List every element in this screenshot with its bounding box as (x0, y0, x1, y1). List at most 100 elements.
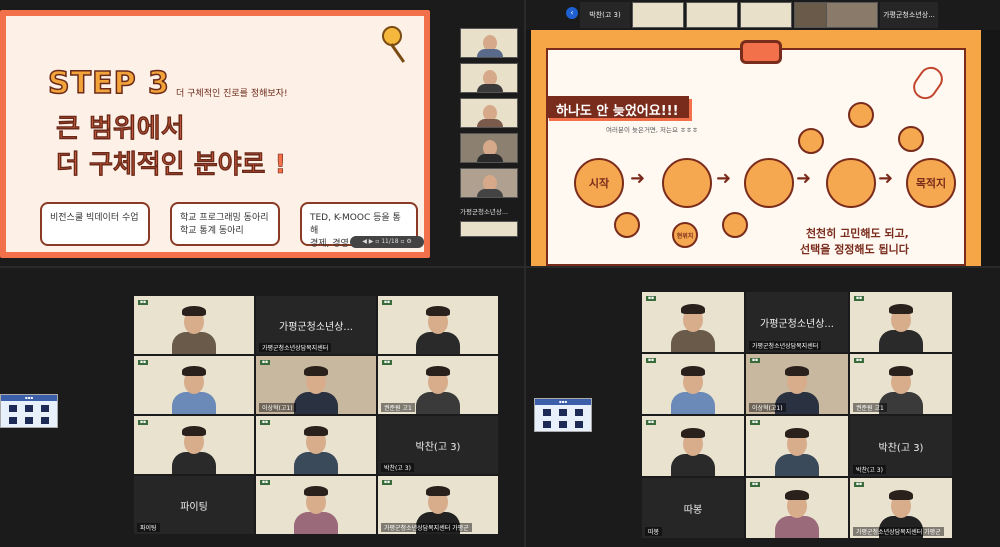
board-cell (543, 421, 551, 428)
participant-video-tile[interactable]: ▪▪ (850, 292, 952, 352)
shirt (477, 189, 503, 197)
current-position-label: 현위치 (676, 232, 694, 240)
person-hair (304, 426, 328, 436)
participant-video-tile[interactable]: ▪▪ 권준원 고1 (850, 354, 952, 414)
start-label: 시작 (588, 177, 610, 190)
program-badge: ▪▪ (138, 360, 149, 365)
participant-thumb[interactable] (460, 28, 518, 58)
participant-video-tile[interactable]: 박찬(고 3) 박찬(고 3) (378, 416, 498, 474)
path-node (826, 158, 876, 208)
participant-tile[interactable] (686, 2, 738, 28)
participant-name-label: 파이팅 (137, 523, 160, 532)
participant-tile[interactable]: 가평군청소년상... (880, 2, 938, 28)
slide-footer-line1: 천천히 고민해도 되고, (805, 227, 909, 240)
person-hair (426, 486, 450, 496)
person-hair (785, 366, 809, 376)
participant-name-label: 가평군청소년상... (460, 208, 509, 216)
shirt (477, 84, 503, 92)
person-body (294, 392, 338, 414)
shared-board-thumbnail[interactable]: ▪▪▪ (0, 394, 58, 428)
person-body (172, 392, 216, 414)
program-badge: ▪▪ (382, 300, 393, 305)
person-body (671, 392, 715, 414)
arrow-right-icon: ➜ (878, 168, 894, 189)
participant-name-label: 가평군청소년상담복지센터 (749, 341, 822, 350)
person-body (416, 332, 460, 354)
small-node (614, 212, 640, 238)
participant-video-tile[interactable]: ▪▪ (134, 416, 254, 474)
person-hair (681, 366, 705, 376)
participant-name-label: 박찬(고 3) (381, 463, 414, 472)
participant-video-tile[interactable]: ▪▪ (378, 296, 498, 354)
participant-thumb[interactable] (460, 63, 518, 93)
participant-video-tile[interactable]: 따봉 따봉 (642, 478, 744, 538)
person-hair (182, 426, 206, 436)
participant-video-tile[interactable]: ▪▪ (134, 296, 254, 354)
slide-footer-line2: 선택을 정정해도 됩니다 (800, 243, 909, 256)
board-cell (9, 417, 17, 424)
participant-thumb[interactable] (460, 221, 518, 237)
program-badge: ▪▪ (750, 482, 761, 487)
program-badge: ▪▪ (854, 358, 865, 363)
participant-video-tile[interactable]: ▪▪ 이상혁(고1) (256, 356, 376, 414)
board-cell (575, 409, 583, 416)
program-badge: ▪▪ (138, 420, 149, 425)
participant-video-tile[interactable]: ▪▪ (746, 478, 848, 538)
program-badge: ▪▪ (750, 420, 761, 425)
participant-video-tile[interactable]: ▪▪ (256, 416, 376, 474)
participant-thumb[interactable] (460, 168, 518, 198)
presentation-slide: STEP 3 더 구체적인 진로를 정해보자! 큰 범위에서 더 구체적인 분야… (0, 10, 430, 258)
program-badge: ▪▪ (260, 420, 271, 425)
participant-video-tile[interactable]: ▪▪ 권준원 고1 (378, 356, 498, 414)
participant-thumb[interactable] (460, 133, 518, 163)
slide-footer: 천천히 고민해도 되고, 선택을 정정해도 됩니다 (800, 226, 909, 258)
participant-video-tile[interactable]: 파이팅 파이팅 (134, 476, 254, 534)
participant-video-tile[interactable]: 가평군청소년상... 가평군청소년상담복지센터 (256, 296, 376, 354)
participant-video-tile[interactable]: 박찬(고 3) 박찬(고 3) (850, 416, 952, 476)
activity-box-2: 학교 프로그래밍 동아리 학교 통계 동아리 (170, 202, 280, 246)
program-badge: ▪▪ (646, 358, 657, 363)
goal-node: 목적지 (906, 158, 956, 208)
participant-video-tile[interactable]: ▪▪ 가평군청소년상담복지센터 가평군 (378, 476, 498, 534)
current-position-node: 현위치 (672, 222, 698, 248)
person-hair (889, 366, 913, 376)
shared-board-thumbnail[interactable]: ▪▪▪ (534, 398, 592, 432)
participant-video-tile[interactable]: 가평군청소년상... 가평군청소년상담복지센터 (746, 292, 848, 352)
participant-thumb[interactable] (460, 98, 518, 128)
participant-tile[interactable] (632, 2, 684, 28)
program-badge: ▪▪ (260, 360, 271, 365)
board-cell (25, 417, 33, 424)
program-badge: ▪▪ (646, 420, 657, 425)
small-node (898, 126, 924, 152)
program-badge: ▪▪ (646, 296, 657, 301)
small-node (848, 102, 874, 128)
participant-video-tile[interactable]: ▪▪ 이상혁(고1) (746, 354, 848, 414)
person-hair (681, 428, 705, 438)
participant-tile[interactable]: 박찬(고 3) (580, 2, 630, 28)
participant-name-label: 이상혁(고1) (259, 403, 296, 412)
binder-clip-icon (740, 40, 782, 64)
participant-tile[interactable] (826, 2, 878, 28)
step-heading: STEP 3 (47, 65, 170, 102)
board-cell (559, 409, 567, 416)
program-badge: ▪▪ (382, 480, 393, 485)
previous-page-icon[interactable]: ‹ (566, 7, 578, 19)
program-badge: ▪▪ (382, 360, 393, 365)
participant-video-tile[interactable]: ▪▪ (256, 476, 376, 534)
board-cell (559, 421, 567, 428)
participant-video-tile[interactable]: ▪▪ (134, 356, 254, 414)
slide-header: 하나도 안 늦었어요!!! (546, 96, 689, 119)
participant-name-label: 박찬(고 3) (853, 465, 886, 474)
participant-video-tile[interactable]: ▪▪ (746, 416, 848, 476)
goal-label: 목적지 (915, 177, 947, 190)
slide-controls[interactable]: ◀ ▶ ▫ 11/18 ▫ ⚙ (350, 236, 424, 248)
participant-video-tile[interactable]: ▪▪ 가평군청소년상담복지센터 가평군 (850, 478, 952, 538)
person-body (294, 452, 338, 474)
arrow-right-icon: ➜ (716, 168, 732, 189)
participant-video-tile[interactable]: ▪▪ (642, 354, 744, 414)
participant-tile[interactable] (740, 2, 792, 28)
small-node (722, 212, 748, 238)
participant-video-tile[interactable]: ▪▪ (642, 416, 744, 476)
board-cell (543, 409, 551, 416)
participant-video-tile[interactable]: ▪▪ (642, 292, 744, 352)
